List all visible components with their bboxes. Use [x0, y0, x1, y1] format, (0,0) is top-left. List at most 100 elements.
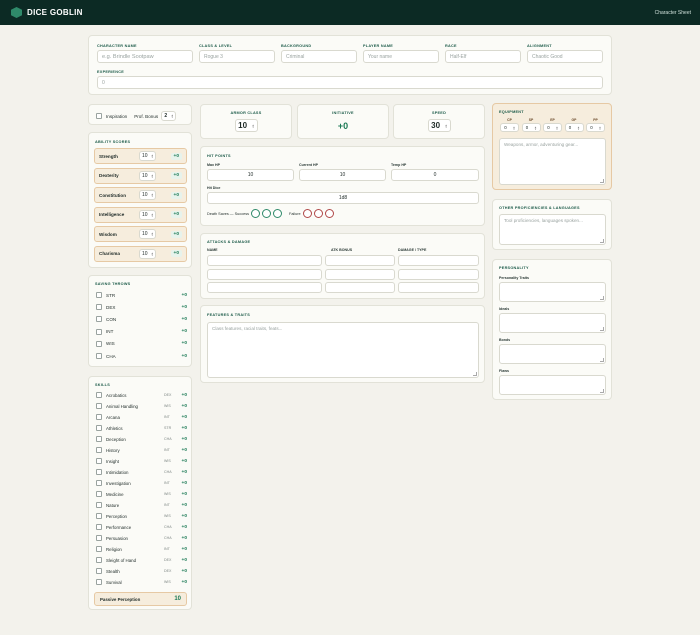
stepper-icon[interactable]: ▴ ▾ [252, 123, 254, 128]
skill-attribute: WIS [164, 492, 171, 496]
ability-score-input[interactable]: 10 ▴ ▾ [139, 151, 156, 161]
ideals-textarea[interactable] [499, 313, 606, 333]
coin-input[interactable]: 0 ▴ ▾ [500, 123, 519, 132]
death-failure-circle[interactable] [324, 209, 334, 218]
stepper-icon[interactable]: ▴ ▾ [556, 125, 558, 130]
proficiencies-textarea[interactable]: Tool proficiencies, languages spoken... [499, 214, 606, 245]
attack-name-input[interactable] [207, 268, 322, 280]
attack-name-input[interactable] [207, 282, 322, 293]
skill-checkbox[interactable] [96, 491, 102, 497]
speed-input[interactable]: 30 ▴ ▾ [427, 119, 451, 132]
nav-character-sheet[interactable]: Character Sheet [655, 10, 691, 16]
background-input[interactable]: Criminal [281, 50, 357, 63]
saving-throw-checkbox[interactable] [96, 340, 102, 347]
attack-damage-input[interactable] [398, 255, 479, 266]
skill-checkbox[interactable] [96, 579, 102, 585]
stepper-icon[interactable]: ▴ ▾ [151, 154, 153, 159]
skill-checkbox[interactable] [96, 524, 102, 530]
skill-checkbox[interactable] [96, 513, 102, 519]
skill-checkbox[interactable] [96, 568, 102, 574]
death-success-circle[interactable] [273, 209, 282, 218]
stepper-icon[interactable]: ▴ ▾ [151, 173, 153, 178]
ability-score-input[interactable]: 10 ▴ ▾ [139, 209, 156, 220]
skill-checkbox[interactable] [96, 447, 102, 453]
attack-bonus-input[interactable] [325, 282, 395, 293]
skill-checkbox[interactable] [96, 392, 102, 398]
inspiration-checkbox[interactable] [96, 113, 102, 119]
death-failure-circle[interactable] [313, 209, 323, 218]
bonds-textarea[interactable] [499, 344, 606, 364]
hit-dice-input[interactable]: 1d8 [207, 192, 479, 204]
attack-damage-input[interactable] [398, 268, 479, 280]
personality-traits-textarea[interactable] [499, 282, 606, 302]
coin-input[interactable]: 0 ▴ ▾ [586, 123, 605, 132]
attack-name-input[interactable] [207, 255, 322, 266]
attack-bonus-input[interactable] [325, 255, 395, 266]
max-hp-input[interactable]: 10 [207, 169, 294, 181]
coin-input[interactable]: 0 ▴ ▾ [543, 123, 562, 132]
skill-checkbox[interactable] [96, 546, 102, 552]
stepper-icon[interactable]: ▴ ▾ [578, 125, 580, 130]
stepper-icon[interactable]: ▴ ▾ [151, 212, 153, 217]
armor-class-value: 10 [238, 121, 248, 130]
features-textarea[interactable]: Class features, racial traits, feats... [207, 322, 479, 378]
resize-handle-icon[interactable] [600, 327, 604, 331]
skill-checkbox[interactable] [96, 469, 102, 475]
resize-handle-icon[interactable] [600, 179, 604, 183]
ability-row-dexterity: Dexterity 10 ▴ ▾ +0 [94, 167, 187, 184]
skill-checkbox[interactable] [96, 414, 102, 420]
class-level-input[interactable]: Rogue 3 [199, 50, 275, 63]
ability-score-input[interactable]: 10 ▴ ▾ [139, 229, 156, 239]
saving-throw-checkbox[interactable] [96, 316, 102, 323]
skill-checkbox[interactable] [96, 480, 102, 486]
stepper-icon[interactable]: ▴ ▾ [513, 125, 515, 130]
skill-checkbox[interactable] [96, 458, 102, 464]
resize-handle-icon[interactable] [600, 358, 604, 362]
stepper-icon[interactable]: ▴ ▾ [535, 125, 537, 130]
coin-input[interactable]: 0 ▴ ▾ [521, 123, 541, 132]
equipment-textarea[interactable]: Weapons, armor, adventuring gear... [499, 138, 606, 185]
character-name-input[interactable]: e.g. Brindle Sootpaw [97, 50, 193, 63]
ability-name: Charisma [99, 251, 120, 256]
experience-input[interactable]: 0 [97, 76, 603, 89]
death-success-circle[interactable] [251, 209, 260, 218]
skill-checkbox[interactable] [96, 403, 102, 409]
skill-checkbox[interactable] [96, 425, 102, 431]
stepper-icon[interactable]: ▴ ▾ [172, 114, 174, 119]
resize-handle-icon[interactable] [600, 389, 604, 393]
ability-score-input[interactable]: 10 ▴ ▾ [139, 170, 156, 181]
stepper-icon[interactable]: ▴ ▾ [445, 123, 447, 128]
saving-throw-checkbox[interactable] [96, 292, 102, 298]
prof-bonus-input[interactable]: 2 ▴ ▾ [161, 111, 177, 121]
saving-throw-checkbox[interactable] [96, 304, 102, 311]
temp-hp-input[interactable]: 0 [391, 169, 479, 181]
ability-score-input[interactable]: 10 ▴ ▾ [139, 248, 156, 259]
armor-class-input[interactable]: 10 ▴ ▾ [234, 119, 258, 132]
flaws-textarea[interactable] [499, 375, 606, 395]
skill-checkbox[interactable] [96, 557, 102, 563]
death-success-circle[interactable] [262, 209, 271, 218]
ability-score-input[interactable]: 10 ▴ ▾ [139, 190, 156, 200]
resize-handle-icon[interactable] [600, 239, 604, 243]
skill-row: Insight WIS +0 [96, 458, 187, 464]
stepper-icon[interactable]: ▴ ▾ [599, 125, 601, 130]
skill-checkbox[interactable] [96, 502, 102, 508]
saving-throw-row: CHA +0 [96, 353, 187, 359]
skill-checkbox[interactable] [96, 436, 102, 442]
attack-bonus-input[interactable] [325, 268, 395, 280]
saving-throw-checkbox[interactable] [96, 353, 102, 359]
coin-input[interactable]: 0 ▴ ▾ [564, 123, 584, 132]
death-failure-circle[interactable] [302, 209, 312, 218]
stepper-icon[interactable]: ▴ ▾ [151, 251, 153, 256]
race-input[interactable]: Half-Elf [445, 50, 521, 63]
stepper-icon[interactable]: ▴ ▾ [151, 193, 153, 198]
current-hp-input[interactable]: 10 [299, 169, 386, 181]
skill-checkbox[interactable] [96, 535, 102, 541]
stepper-icon[interactable]: ▴ ▾ [151, 232, 153, 237]
player-name-input[interactable]: Your name [363, 50, 439, 63]
resize-handle-icon[interactable] [473, 372, 477, 376]
saving-throw-checkbox[interactable] [96, 328, 102, 335]
resize-handle-icon[interactable] [600, 296, 604, 300]
attack-damage-input[interactable] [398, 282, 479, 293]
alignment-input[interactable]: Chaotic Good [527, 50, 603, 63]
